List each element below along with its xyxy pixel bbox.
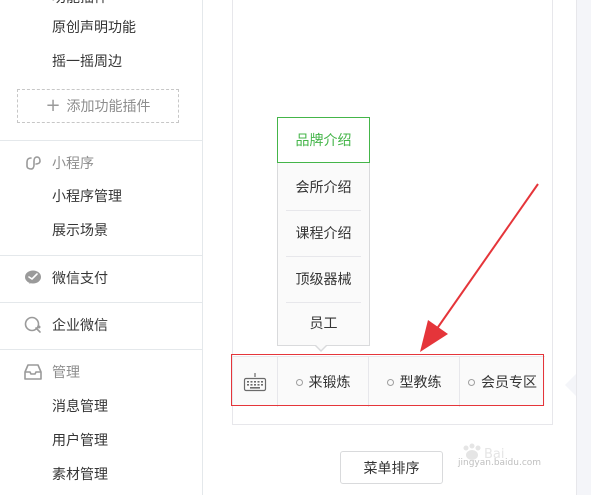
annotation-arrow-icon bbox=[420, 183, 539, 352]
menu-sort-button[interactable]: 菜单排序 bbox=[340, 451, 443, 484]
watermark-text: jingyan.baidu.com bbox=[458, 458, 542, 468]
